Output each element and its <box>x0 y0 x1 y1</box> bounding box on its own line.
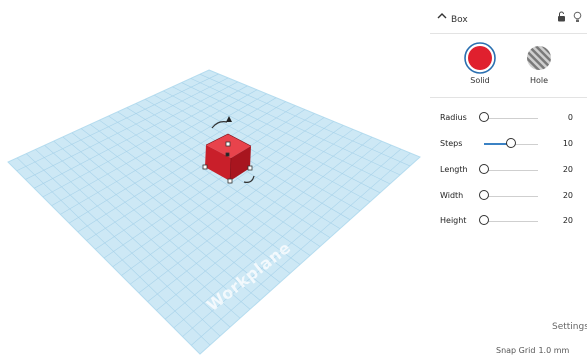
param-label: Length <box>440 165 468 174</box>
slider-knob[interactable] <box>506 138 516 148</box>
slider-track[interactable] <box>484 196 538 197</box>
param-label: Width <box>440 191 464 200</box>
3d-viewport[interactable]: Workplane <box>0 0 430 355</box>
snap-grid-label: Snap Grid <box>496 346 536 355</box>
lock-icon[interactable] <box>557 11 566 22</box>
snap-grid-control[interactable]: Snap Grid 1.0 mm <box>496 346 572 355</box>
lightbulb-icon[interactable] <box>573 11 582 23</box>
param-row-width: Width 20 <box>430 188 587 204</box>
param-row-height: Height 20 <box>430 213 587 229</box>
panel-header: Box <box>430 0 587 34</box>
param-label: Radius <box>440 113 467 122</box>
chevron-up-icon[interactable] <box>437 12 447 20</box>
snap-grid-value[interactable]: 1.0 mm <box>538 346 569 355</box>
slider-knob[interactable] <box>479 112 489 122</box>
slider-track[interactable] <box>484 221 538 222</box>
slider-knob[interactable] <box>479 164 489 174</box>
param-value[interactable]: 10 <box>563 139 573 148</box>
param-row-steps: Steps 10 <box>430 136 587 152</box>
hole-swatch-icon <box>527 46 551 70</box>
hole-label: Hole <box>529 76 549 85</box>
divider <box>430 97 587 98</box>
param-value[interactable]: 20 <box>563 216 573 225</box>
slider-track[interactable] <box>484 118 538 119</box>
solid-label: Solid <box>470 76 490 85</box>
param-value[interactable]: 0 <box>568 113 573 122</box>
slider-knob[interactable] <box>479 215 489 225</box>
shape-title: Box <box>451 15 468 25</box>
param-row-length: Length 20 <box>430 162 587 178</box>
hole-button[interactable]: Hole <box>519 41 559 87</box>
param-row-radius: Radius 0 <box>430 110 587 126</box>
param-label: Steps <box>440 139 463 148</box>
slider-track[interactable] <box>484 170 538 171</box>
param-value[interactable]: 20 <box>563 191 573 200</box>
solid-swatch-icon <box>464 42 496 74</box>
solid-button[interactable]: Solid <box>460 41 500 87</box>
shape-inspector-panel: Box Solid Hole Radius 0 Steps 10 Length … <box>430 0 587 355</box>
param-value[interactable]: 20 <box>563 165 573 174</box>
slider-knob[interactable] <box>479 190 489 200</box>
settings-link[interactable]: Settings <box>552 322 587 332</box>
param-label: Height <box>440 216 467 225</box>
